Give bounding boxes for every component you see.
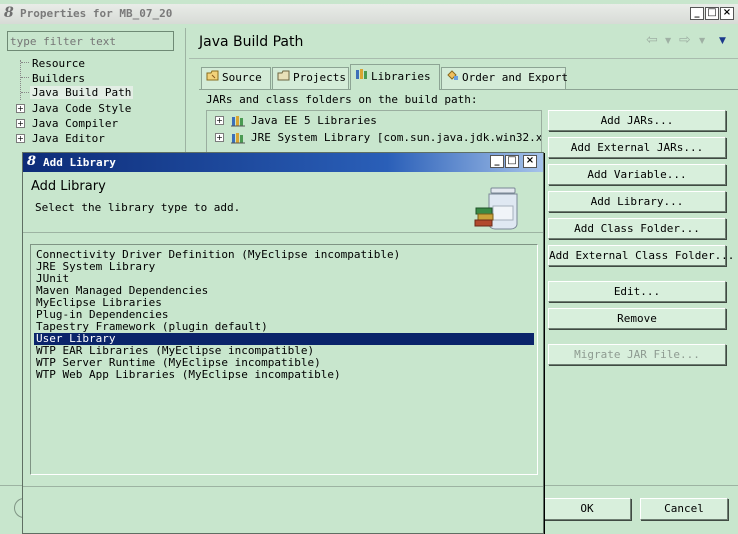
tree-connector <box>21 92 29 93</box>
library-books-icon <box>355 65 368 89</box>
library-type-item[interactable]: WTP Web App Libraries (MyEclipse incompa… <box>34 369 534 381</box>
properties-titlebar[interactable]: 8 Properties for MB_07_20 _ □ × <box>0 4 738 24</box>
nav-item-label: Java Compiler <box>32 117 119 130</box>
tree-connector <box>21 77 29 78</box>
tree-connector <box>21 62 29 63</box>
dialog-subtitle: Select the library type to add. <box>35 201 241 214</box>
add-library-title: Add Library <box>43 156 116 169</box>
add-jars-button[interactable]: Add JARs... <box>548 110 726 131</box>
add-variable-button[interactable]: Add Variable... <box>548 164 726 185</box>
dialog-footer-divider <box>23 486 543 487</box>
tree-guide-line <box>20 60 21 100</box>
maximize-icon[interactable]: □ <box>505 155 519 168</box>
maximize-icon[interactable]: □ <box>705 7 719 20</box>
tab-label: Source <box>222 71 262 84</box>
expand-icon[interactable]: + <box>16 119 25 128</box>
tab-projects[interactable]: Projects <box>272 67 349 89</box>
nav-item-label: Resource <box>32 57 85 70</box>
migrate-jar-button[interactable]: Migrate JAR File... <box>548 344 726 365</box>
eclipse-logo-icon: 8 <box>27 154 37 169</box>
add-library-titlebar[interactable]: 8 Add Library _ □ × <box>23 153 543 172</box>
project-folder-icon <box>277 68 290 88</box>
order-export-icon <box>446 68 459 88</box>
close-icon[interactable]: × <box>720 7 734 20</box>
forward-arrow-icon[interactable]: ⇨ <box>679 32 691 48</box>
properties-title: Properties for MB_07_20 <box>20 7 173 20</box>
properties-nav-tree: Resource Builders Java Build Path + Java… <box>0 54 185 154</box>
nav-item-label: Java Code Style <box>32 102 132 115</box>
nav-item-label: Java Build Path <box>30 86 134 99</box>
back-dropdown-icon[interactable]: ▼ <box>665 36 671 45</box>
minimize-icon[interactable]: _ <box>690 7 704 20</box>
add-library-button[interactable]: Add Library... <box>548 191 726 212</box>
add-external-jars-button[interactable]: Add External JARs... <box>548 137 726 158</box>
edit-button[interactable]: Edit... <box>548 281 726 302</box>
expand-icon[interactable]: + <box>215 116 224 125</box>
build-path-list[interactable]: + Java EE 5 Libraries + JRE System Libra… <box>206 110 542 158</box>
library-entry-label: JRE System Library [com.sun.java.jdk.win… <box>251 131 542 144</box>
back-arrow-icon[interactable]: ⇦ <box>646 32 658 48</box>
forward-dropdown-icon[interactable]: ▼ <box>699 36 705 45</box>
tab-order-and-export[interactable]: Order and Export <box>441 67 568 89</box>
remove-button[interactable]: Remove <box>548 308 726 329</box>
tab-label: Projects <box>293 71 346 84</box>
cancel-button[interactable]: Cancel <box>640 498 728 520</box>
tab-panel-border <box>199 89 738 90</box>
tab-label: Libraries <box>371 70 431 83</box>
library-icon <box>231 114 246 130</box>
add-external-class-folder-button[interactable]: Add External Class Folder... <box>548 245 734 266</box>
ok-button[interactable]: OK <box>543 498 631 520</box>
header-divider <box>189 58 738 59</box>
tab-source[interactable]: Source <box>201 67 271 89</box>
library-type-item[interactable]: JRE System Library <box>34 261 534 273</box>
nav-item-label: Builders <box>32 72 85 85</box>
library-type-list[interactable]: Connectivity Driver Definition (MyEclips… <box>30 244 538 475</box>
close-icon[interactable]: × <box>523 155 537 168</box>
add-class-folder-button[interactable]: Add Class Folder... <box>548 218 726 239</box>
filter-input[interactable] <box>7 31 174 51</box>
expand-icon[interactable]: + <box>16 104 25 113</box>
page-header: Java Build Path ⇦ ▼ ⇨ ▼ ▼ <box>189 28 738 58</box>
minimize-icon[interactable]: _ <box>490 155 504 168</box>
dialog-heading: Add Library <box>31 179 106 194</box>
view-menu-icon[interactable]: ▼ <box>719 36 726 46</box>
dialog-banner: Add Library Select the library type to a… <box>23 172 543 232</box>
nav-item-label: Java Editor <box>32 132 105 145</box>
tab-label: Order and Export <box>462 71 568 84</box>
eclipse-logo-icon: 8 <box>4 5 14 21</box>
library-entry-label: Java EE 5 Libraries <box>251 114 377 127</box>
jars-caption: JARs and class folders on the build path… <box>206 93 478 106</box>
library-entry[interactable]: + JRE System Library [com.sun.java.jdk.w… <box>215 131 542 147</box>
add-library-dialog: 8 Add Library _ □ × Add Library Select t… <box>22 152 544 534</box>
library-jar-icon <box>473 184 521 233</box>
banner-divider <box>23 232 543 233</box>
library-icon <box>231 131 246 147</box>
page-title: Java Build Path <box>199 34 304 50</box>
expand-icon[interactable]: + <box>16 134 25 143</box>
tab-libraries[interactable]: Libraries <box>350 64 440 90</box>
source-folder-icon <box>206 68 219 88</box>
expand-icon[interactable]: + <box>215 133 224 142</box>
